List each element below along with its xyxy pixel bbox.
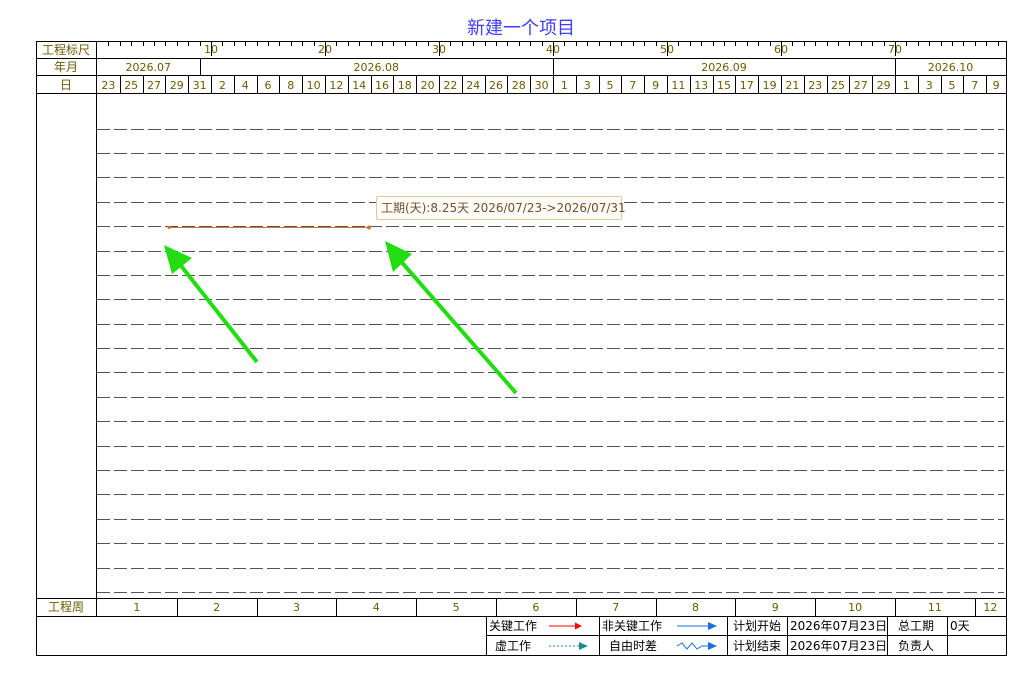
month-cells: 2026.07 2026.08 2026.09 2026.10 <box>126 58 974 75</box>
task-tooltip: 工期(天):8.25天 2026/07/23->2026/07/31 <box>376 196 626 220</box>
day-label: 27 <box>854 79 868 92</box>
week-label: 9 <box>772 601 779 614</box>
week-label: 10 <box>848 601 862 614</box>
plan-start-value: 2026年07月23日 <box>790 619 887 633</box>
day-label: 21 <box>785 79 799 92</box>
week-label: 3 <box>293 601 300 614</box>
week-label: 11 <box>928 601 942 614</box>
day-label: 5 <box>607 79 614 92</box>
day-label: 28 <box>512 79 526 92</box>
month-row-label: 年月 <box>54 60 78 74</box>
day-label: 7 <box>971 79 978 92</box>
gantt-chart[interactable]: 工程标尺 年月 日 工程周 10 20 30 40 50 60 70 2026.07 2026… <box>0 0 1034 676</box>
legend-non-critical-label: 非关键工作 <box>602 619 662 633</box>
week-label: 12 <box>983 601 997 614</box>
day-label: 8 <box>287 79 294 92</box>
scale-mark-label: 30 <box>432 43 446 56</box>
week-label: 6 <box>532 601 539 614</box>
task-start-node[interactable] <box>167 226 171 229</box>
day-cells: 23 25 27 29 31 2 4 6 8 10 12 14 16 18 20 22 24 26 28 30 1 3 5 7… <box>101 76 1000 93</box>
annotation-arrow-icon <box>164 245 259 364</box>
day-label: 13 <box>694 79 708 92</box>
day-label: 23 <box>101 79 115 92</box>
day-label: 17 <box>740 79 754 92</box>
critical-arrow-icon <box>549 622 582 630</box>
day-label: 9 <box>993 79 1000 92</box>
dummy-arrow-icon <box>549 642 588 650</box>
legend-critical-label: 关键工作 <box>489 619 537 633</box>
scale-row-label: 工程标尺 <box>42 42 90 57</box>
week-label: 8 <box>692 601 699 614</box>
day-label: 29 <box>170 79 184 92</box>
day-label: 2 <box>219 79 226 92</box>
day-label: 27 <box>147 79 161 92</box>
day-label: 19 <box>763 79 777 92</box>
day-label: 6 <box>265 79 272 92</box>
day-label: 14 <box>352 79 366 92</box>
legend-free-float-label: 自由时差 <box>609 639 657 653</box>
day-label: 5 <box>949 79 956 92</box>
day-label: 1 <box>561 79 568 92</box>
day-label: 25 <box>831 79 845 92</box>
day-label: 12 <box>329 79 343 92</box>
annotation-arrow-icon <box>385 241 518 395</box>
week-cells: 1 2 3 4 5 6 7 8 9 10 11 12 <box>133 599 997 616</box>
day-label: 9 <box>652 79 659 92</box>
non-critical-arrow-icon <box>677 622 717 630</box>
day-label: 4 <box>242 79 249 92</box>
day-label: 31 <box>193 79 207 92</box>
scale-mark-label: 40 <box>546 43 560 56</box>
scale-mark-label: 70 <box>888 43 902 56</box>
day-label: 1 <box>903 79 910 92</box>
day-label: 22 <box>443 79 457 92</box>
day-label: 10 <box>307 79 321 92</box>
plan-start-label: 计划开始 <box>733 619 781 633</box>
week-label: 4 <box>373 601 380 614</box>
day-label: 16 <box>375 79 389 92</box>
month-label: 2026.10 <box>928 61 974 74</box>
week-label: 2 <box>213 601 220 614</box>
scale-mark-label: 10 <box>204 43 218 56</box>
week-label: 1 <box>133 601 140 614</box>
week-row-label: 工程周 <box>48 599 84 614</box>
scale-mark-label: 50 <box>660 43 674 56</box>
day-label: 20 <box>421 79 435 92</box>
scale-mark-label: 60 <box>774 43 788 56</box>
legend-table: 关键工作 非关键工作 虚工作 自由时差 计划开始 2026年07月23日 计划结… <box>486 616 1006 655</box>
day-label: 7 <box>629 79 636 92</box>
day-label: 26 <box>489 79 503 92</box>
scale-labels: 10 20 30 40 50 60 70 <box>204 43 902 56</box>
total-duration-value: 0天 <box>950 619 970 633</box>
owner-label: 负责人 <box>898 639 934 653</box>
day-row-label: 日 <box>60 78 72 92</box>
plan-end-value: 2026年07月23日 <box>790 639 887 653</box>
month-label: 2026.09 <box>701 61 747 74</box>
day-label: 15 <box>717 79 731 92</box>
scale-mark-label: 20 <box>318 43 332 56</box>
day-label: 30 <box>535 79 549 92</box>
day-label: 29 <box>877 79 891 92</box>
task-end-node[interactable] <box>367 225 371 230</box>
month-label: 2026.07 <box>126 61 172 74</box>
day-label: 24 <box>466 79 480 92</box>
month-label: 2026.08 <box>354 61 400 74</box>
plan-end-label: 计划结束 <box>733 639 781 653</box>
day-label: 18 <box>398 79 412 92</box>
week-label: 5 <box>453 601 460 614</box>
day-label: 3 <box>584 79 591 92</box>
day-label: 11 <box>671 79 685 92</box>
day-label: 25 <box>124 79 138 92</box>
total-duration-label: 总工期 <box>898 619 934 633</box>
free-float-arrow-icon <box>676 642 717 650</box>
day-label: 3 <box>926 79 933 92</box>
week-label: 7 <box>612 601 619 614</box>
day-label: 23 <box>808 79 822 92</box>
legend-dummy-label: 虚工作 <box>495 639 531 653</box>
